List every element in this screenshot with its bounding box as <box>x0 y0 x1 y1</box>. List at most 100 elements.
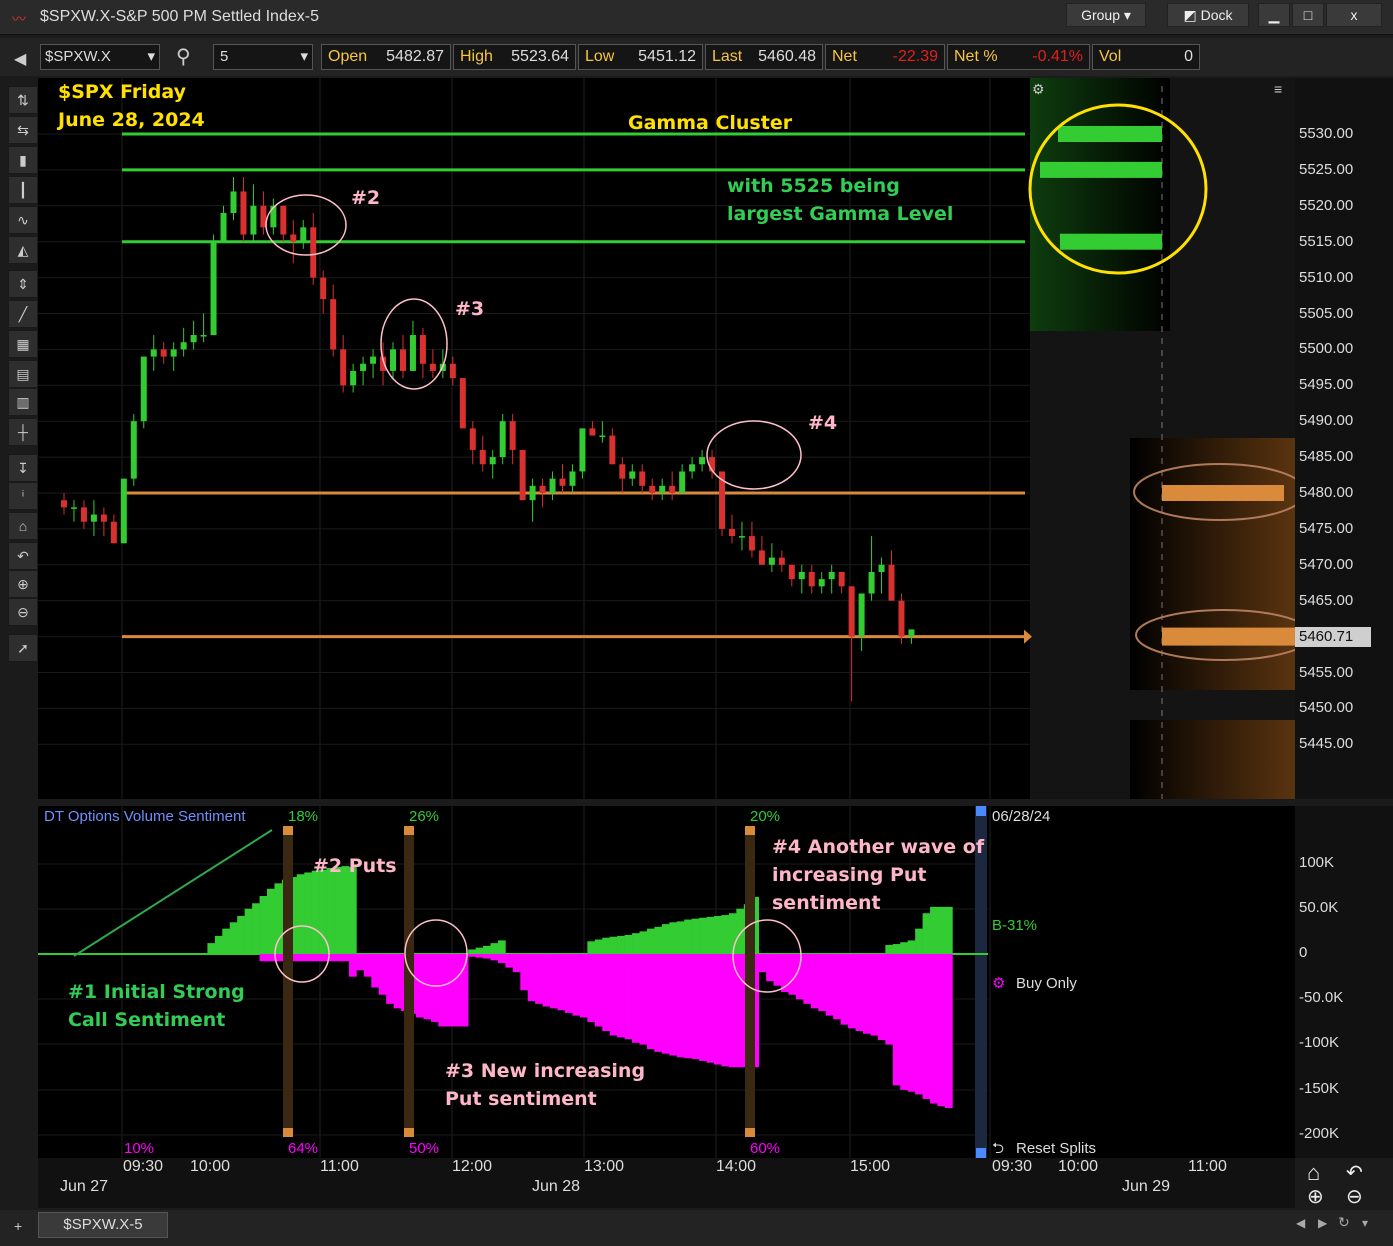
dock-icon: ◩ <box>1183 7 1197 23</box>
table-icon[interactable]: ▤ <box>8 360 38 388</box>
put-bar <box>714 954 722 1065</box>
call-bar <box>706 916 715 954</box>
put-bar <box>624 954 633 1040</box>
candle-body <box>499 421 506 458</box>
put-bar <box>535 954 543 1004</box>
fit-icon[interactable]: ⇕ <box>8 270 38 298</box>
date-label: Jun 27 <box>60 1178 109 1195</box>
bar-style-icon[interactable]: ┃ <box>8 176 38 204</box>
call-bar <box>892 944 901 954</box>
window-title: $SPXW.X-S&P 500 PM Settled Index-5 <box>40 8 319 25</box>
put-bar <box>646 954 655 1050</box>
put-bar <box>944 954 953 1109</box>
candle-body <box>649 485 656 493</box>
call-bar <box>244 908 253 954</box>
collapse-left-icon[interactable]: ◀ <box>14 49 26 69</box>
grid-icon[interactable]: ▦ <box>8 330 38 358</box>
put-percent-label: 50% <box>409 1140 439 1157</box>
call-bar <box>624 934 633 954</box>
zoom-out-icon[interactable]: ⊖ <box>1346 1184 1363 1209</box>
put-bar <box>691 954 700 1060</box>
put-bar <box>587 954 596 1022</box>
call-bar <box>669 922 678 954</box>
candle-body <box>469 428 476 450</box>
candle-body <box>519 449 526 501</box>
quote-label: Net <box>832 48 857 65</box>
interval-value: 5 <box>220 48 229 65</box>
cursor-icon[interactable]: ┼ <box>8 418 38 446</box>
gamma-zone-green <box>1030 78 1170 331</box>
draw-line-icon[interactable]: ╱ <box>8 300 38 328</box>
close-button[interactable]: x <box>1326 3 1382 27</box>
zoom-out-icon[interactable]: ⊖ <box>8 598 38 626</box>
put-bar <box>684 954 692 1059</box>
candle-style-icon[interactable]: ▮ <box>8 146 38 174</box>
call-bar <box>214 935 223 954</box>
tab-menu-icon[interactable]: ▾ <box>1362 1216 1368 1230</box>
volume-tick-label: 50.0K <box>1299 899 1339 916</box>
quote-value: 5482.87 <box>386 48 444 65</box>
symbol-input[interactable]: $SPXW.X ▾ <box>40 44 160 70</box>
quote-value: -22.39 <box>892 48 938 65</box>
layout-icon[interactable]: ▥ <box>8 388 38 416</box>
pointer-icon[interactable]: ➚ <box>8 634 38 662</box>
put-bar <box>341 954 350 962</box>
put-bar <box>334 954 342 962</box>
candle-body <box>788 564 795 580</box>
prev-tab-icon[interactable]: ◀ <box>1296 1216 1305 1230</box>
put-bar <box>304 954 312 962</box>
chart-tab[interactable]: $SPXW.X-5 <box>38 1212 168 1238</box>
volume-tick-label: -200K <box>1299 1125 1340 1142</box>
search-icon[interactable]: ⚲ <box>176 44 191 69</box>
maximize-button[interactable]: □ <box>1292 3 1324 27</box>
split-handle-bottom <box>745 1128 755 1137</box>
menu-icon: ≡ <box>1274 81 1282 97</box>
zoom-in-icon[interactable]: ⊕ <box>8 570 38 598</box>
dock-button[interactable]: ◩ Dock <box>1167 3 1249 27</box>
quote-cell-open: Open 5482.87 <box>321 44 451 70</box>
info-icon[interactable]: ⁱ <box>8 482 38 510</box>
call-bar <box>900 942 908 954</box>
split-marker <box>283 826 293 1136</box>
put-bar <box>676 954 685 1058</box>
home-icon[interactable]: ⌂ <box>8 512 38 540</box>
put-bar <box>445 954 454 1027</box>
undo-icon[interactable]: ↶ <box>1346 1160 1363 1185</box>
put-bar <box>259 954 268 962</box>
candle-body <box>838 571 845 587</box>
undo-icon[interactable]: ↶ <box>8 542 38 570</box>
quote-cell-last: Last 5460.48 <box>705 44 823 70</box>
refresh-icon[interactable]: ↻ <box>1338 1214 1350 1231</box>
call-percent-label: 20% <box>750 808 780 825</box>
put-bar <box>617 954 625 1038</box>
candle-body <box>210 241 217 336</box>
sentiment-chart[interactable]: DT Options Volume Sentiment 06/28/24 18% 26… <box>38 806 1295 1158</box>
next-tab-icon[interactable]: ▶ <box>1318 1216 1327 1230</box>
candle-body <box>559 478 566 486</box>
gamma-profile-bar <box>1058 126 1162 142</box>
call-bar <box>714 915 722 954</box>
price-tick-label: 5530.00 <box>1299 125 1354 142</box>
area-style-icon[interactable]: ◭ <box>8 236 38 264</box>
line-style-icon[interactable]: ∿ <box>8 206 38 234</box>
minimize-button[interactable]: ▁ <box>1258 3 1290 27</box>
call-bar <box>594 939 603 954</box>
home-icon[interactable]: ⌂ <box>1307 1160 1320 1186</box>
candle-body <box>878 564 885 572</box>
put-bar <box>609 954 618 1036</box>
interval-input[interactable]: 5 ▾ <box>213 44 313 70</box>
price-chart[interactable]: ⚙ ≡ $SPX Friday June 28, 2024 Gamma Cluster w… <box>38 78 1313 799</box>
zoom-in-icon[interactable]: ⊕ <box>1307 1184 1324 1209</box>
group-dropdown[interactable]: Group ▾ <box>1066 3 1146 27</box>
put-wave-note-line1: #4 Another wave of <box>772 836 985 858</box>
today-highlight <box>975 806 987 1158</box>
candle-body <box>639 471 646 486</box>
move-tool-icon[interactable]: ⇆ <box>8 116 38 144</box>
add-tab-icon[interactable]: + <box>14 1218 22 1234</box>
call-bar <box>699 917 707 954</box>
crosshair-tool-icon[interactable]: ⇅ <box>8 86 38 114</box>
bar-down-icon[interactable]: ↧ <box>8 454 38 482</box>
put-bar <box>661 954 670 1054</box>
candle-body <box>669 485 676 493</box>
put-bar <box>810 954 819 1009</box>
